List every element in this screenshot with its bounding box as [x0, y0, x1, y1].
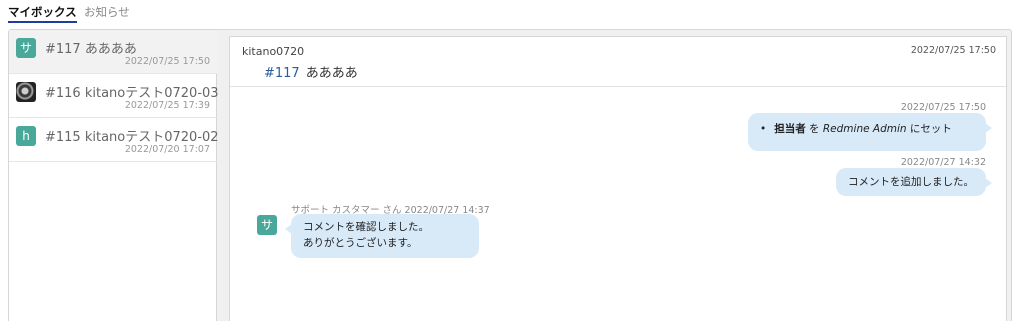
tab-mybox[interactable]: マイボックス [8, 5, 77, 23]
conversation-pane: kitano0720 2022/07/25 17:50 #117 ああああ 202… [229, 36, 1007, 321]
main-panel: サ #117 ああああ 2022/07/25 17:50 #116 kitano… [8, 29, 1012, 321]
tab-active-underline [8, 21, 77, 23]
subject-text: ああああ [305, 66, 358, 81]
message-text: コメントを追加しました。 [848, 176, 974, 188]
ticket-list-item[interactable]: #116 kitanoテスト0720-03 2022/07/25 17:39 [9, 74, 219, 118]
header-date: 2022/07/25 17:50 [910, 45, 996, 56]
message-date: 2022/07/27 14:32 [900, 157, 986, 168]
message-bubble: 担当者 を Redmine Admin にセット [748, 113, 992, 151]
ticket-title: #117 ああああ [45, 42, 137, 57]
ticket-list-item[interactable]: h #115 kitanoテスト0720-02 2022/07/20 17:07 [9, 118, 219, 162]
change-suffix: にセット [909, 123, 952, 135]
change-value: Redmine Admin [822, 123, 907, 135]
message-line: ありがとうございます。 [303, 237, 418, 249]
ticket-title: #115 kitanoテスト0720-02 [45, 130, 219, 145]
message-bubble: コメントを追加しました。 [836, 168, 992, 196]
tab-mybox-label: マイボックス [8, 5, 77, 19]
avatar: サ [16, 38, 36, 58]
ticket-list-item[interactable]: サ #117 ああああ 2022/07/25 17:50 [9, 30, 217, 74]
ticket-date: 2022/07/25 17:39 [124, 100, 210, 111]
conversation-header: kitano0720 2022/07/25 17:50 #117 ああああ [230, 37, 1006, 87]
top-tabs: マイボックス お知らせ [0, 0, 1024, 28]
message-line: コメントを確認しました。 [303, 221, 429, 233]
ticket-date: 2022/07/25 17:50 [124, 56, 210, 67]
ticket-date: 2022/07/20 17:07 [124, 144, 210, 155]
change-list: 担当者 を Redmine Admin にセット [760, 121, 974, 137]
header-subject: #117 ああああ [264, 62, 358, 81]
change-particle: を [809, 123, 820, 135]
ticket-list: サ #117 ああああ 2022/07/25 17:50 #116 kitano… [9, 30, 219, 321]
ticket-title: #116 kitanoテスト0720-03 [45, 86, 219, 101]
header-author: kitano0720 [242, 45, 305, 58]
change-item: 担当者 を Redmine Admin にセット [760, 121, 974, 137]
message-date: 2022/07/25 17:50 [900, 102, 986, 113]
message-bubble: コメントを確認しました。 ありがとうございます。 [285, 214, 479, 258]
avatar-image [16, 82, 36, 102]
change-field: 担当者 [774, 123, 806, 135]
avatar: h [16, 126, 36, 146]
ticket-number-link[interactable]: #117 [264, 66, 300, 81]
tab-news[interactable]: お知らせ [84, 5, 130, 20]
tab-news-label: お知らせ [84, 5, 130, 19]
avatar: サ [257, 215, 277, 235]
